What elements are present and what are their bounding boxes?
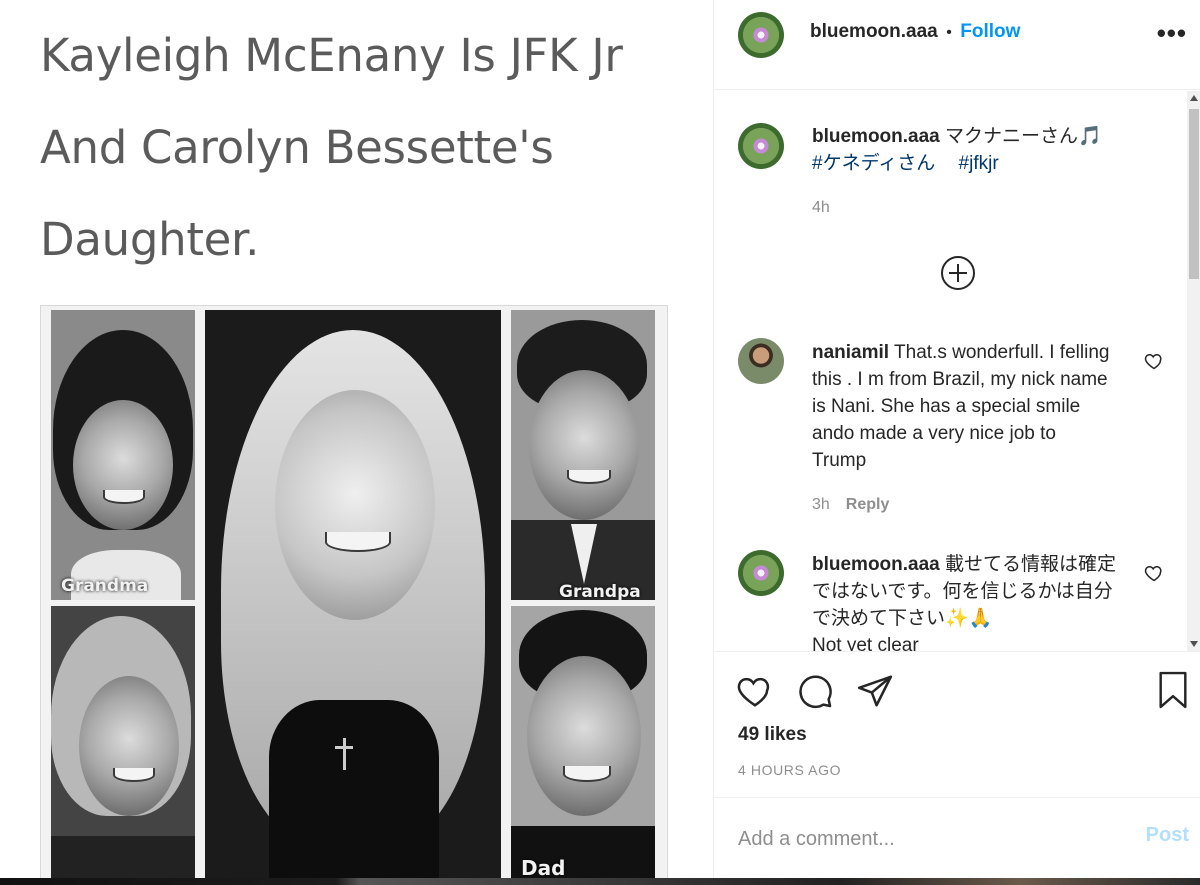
- image-headline: Kayleigh McEnany Is JFK Jr And Carolyn B…: [40, 29, 623, 266]
- post-timestamp[interactable]: 4 HOURS AGO: [738, 762, 841, 778]
- hashtag-kennedy[interactable]: #ケネディさん: [812, 153, 935, 174]
- comment-input[interactable]: [738, 824, 1118, 854]
- separator-dot: •: [946, 24, 952, 41]
- photo-collage: Grandma Grandpa Dad: [40, 305, 668, 878]
- comment-button[interactable]: [796, 672, 834, 715]
- bookmark-icon: [1159, 671, 1187, 709]
- grandma-photo: Grandma: [51, 310, 195, 600]
- more-horizontal-icon[interactable]: •••: [1157, 20, 1187, 46]
- post-header: bluemoon.aaa • Follow •••: [714, 0, 1200, 90]
- paper-plane-icon: [857, 675, 893, 707]
- comment-username[interactable]: naniamil: [812, 342, 889, 363]
- post-button[interactable]: Post: [1146, 824, 1189, 847]
- center-photo: [205, 310, 501, 878]
- caption-text: bluemoon.aaa マクナニーさん🎵 #ケネディさん #jfkjr: [812, 123, 1142, 177]
- share-button[interactable]: [856, 672, 894, 715]
- heart-icon: [1144, 353, 1162, 370]
- comment-time[interactable]: 3h: [812, 496, 830, 513]
- save-button[interactable]: [1154, 670, 1192, 715]
- comment-composer: Post: [714, 797, 1200, 878]
- author-avatar[interactable]: [738, 12, 784, 58]
- caption-grandpa: Grandpa: [559, 582, 641, 600]
- caption-avatar[interactable]: [738, 123, 784, 169]
- dad-photo: Dad: [511, 606, 655, 878]
- comments-scrollbar[interactable]: [1187, 91, 1200, 651]
- comment-like-button[interactable]: [1144, 563, 1164, 583]
- mother-photo: [51, 606, 195, 878]
- comment-avatar[interactable]: [738, 550, 784, 596]
- taskbar-strip: [0, 878, 1200, 885]
- scroll-thumb[interactable]: [1189, 109, 1199, 279]
- scroll-up-arrow-icon[interactable]: [1190, 95, 1198, 101]
- comment-text: naniamil That.s wonderfull. I felling th…: [812, 339, 1112, 474]
- caption-dad: Dad: [521, 856, 566, 878]
- heart-icon: [1144, 565, 1162, 582]
- like-button[interactable]: [736, 672, 774, 715]
- comment-text: bluemoon.aaa 載せてる情報は確定ではないです。何を信じるかは自分で決…: [812, 551, 1130, 651]
- hashtag-jfkjr[interactable]: #jfkjr: [959, 153, 999, 174]
- reply-button[interactable]: Reply: [846, 496, 890, 513]
- scroll-down-arrow-icon[interactable]: [1190, 641, 1198, 647]
- post-actions: 49 likes 4 HOURS AGO: [714, 651, 1200, 797]
- caption-body: マクナニーさん🎵: [945, 126, 1102, 147]
- caption-time[interactable]: 4h: [812, 199, 830, 217]
- heart-icon: [737, 677, 770, 707]
- speech-bubble-icon: [799, 675, 832, 709]
- likes-count[interactable]: 49 likes: [738, 724, 807, 746]
- comment-like-button[interactable]: [1144, 351, 1164, 371]
- comment-avatar[interactable]: [738, 338, 784, 384]
- plus-circle-icon: [941, 256, 975, 290]
- load-more-button[interactable]: [940, 255, 976, 291]
- comment-meta: 3h Reply: [812, 496, 889, 514]
- follow-button[interactable]: Follow: [960, 21, 1020, 42]
- post-image: Kayleigh McEnany Is JFK Jr And Carolyn B…: [0, 0, 713, 878]
- grandpa-photo: Grandpa: [511, 310, 655, 600]
- caption-grandma: Grandma: [61, 576, 149, 596]
- author-username[interactable]: bluemoon.aaa: [810, 21, 938, 42]
- comment-body-continued: Not yet clear: [812, 635, 919, 651]
- comments-list: bluemoon.aaa マクナニーさん🎵 #ケネディさん #jfkjr 4h …: [714, 91, 1200, 651]
- post-panel: bluemoon.aaa • Follow ••• bluemoon.aaa マ…: [713, 0, 1200, 878]
- caption-username[interactable]: bluemoon.aaa: [812, 126, 940, 147]
- comment-username[interactable]: bluemoon.aaa: [812, 554, 940, 575]
